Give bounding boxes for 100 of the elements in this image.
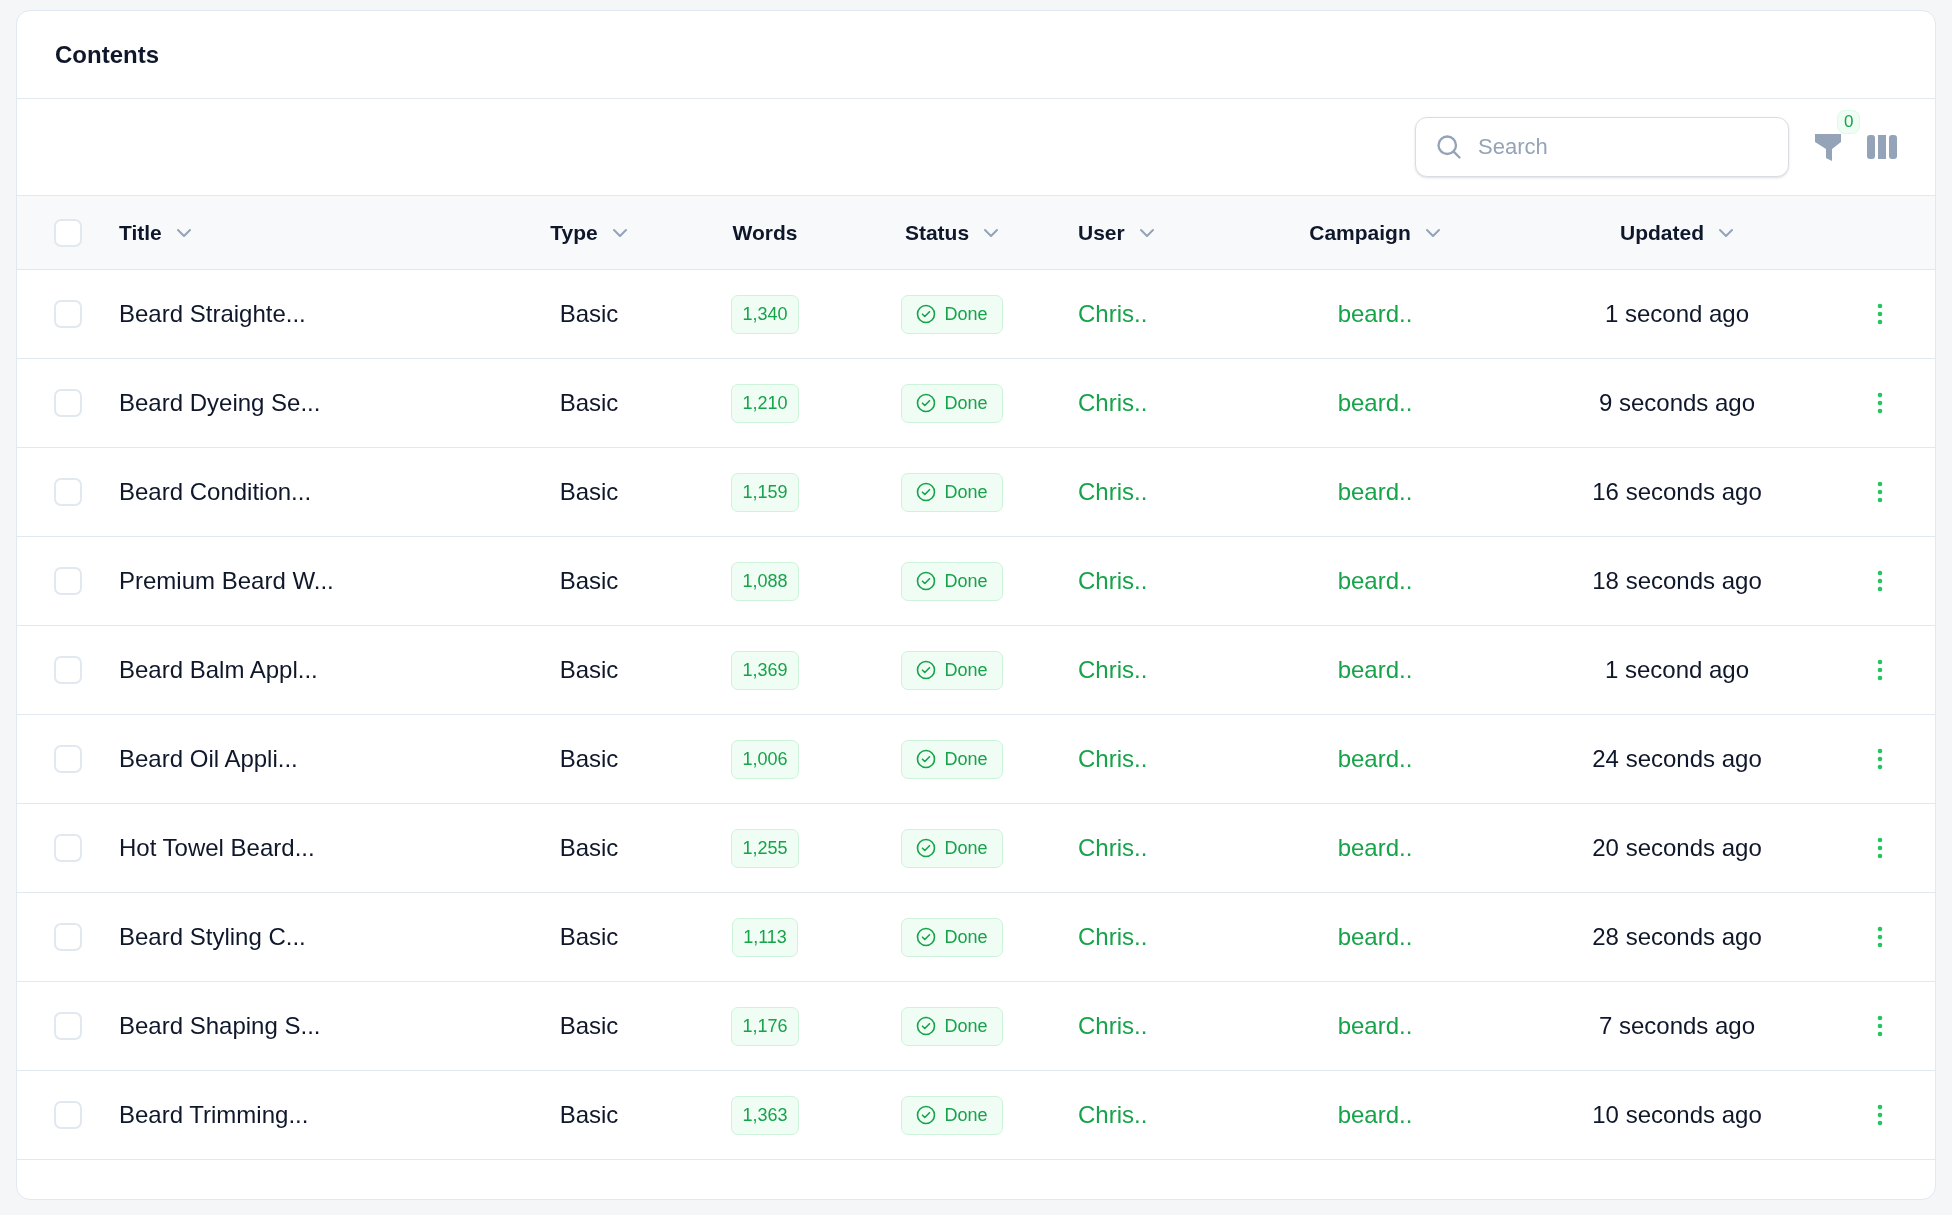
filter-icon <box>1814 132 1842 162</box>
user-link[interactable]: Chris.. <box>1078 474 1148 510</box>
more-options-button[interactable] <box>1875 569 1885 593</box>
more-options-button[interactable] <box>1875 391 1885 415</box>
updated-cell-text: 10 seconds ago <box>1592 1100 1762 1130</box>
user-link[interactable]: Chris.. <box>1078 1008 1148 1044</box>
title-cell[interactable]: Beard Trimming... <box>119 1097 309 1133</box>
card-title: Contents <box>55 39 159 70</box>
user-link[interactable]: Chris.. <box>1078 385 1148 421</box>
campaign-link[interactable]: beard.. <box>1337 474 1413 510</box>
type-cell-text: Basic <box>559 833 619 863</box>
campaign-link[interactable]: beard.. <box>1337 1097 1413 1133</box>
checkbox[interactable] <box>54 478 82 506</box>
checkbox[interactable] <box>54 389 82 417</box>
user-link[interactable]: Chris.. <box>1078 296 1148 332</box>
checkbox[interactable] <box>54 300 82 328</box>
campaign-link[interactable]: beard.. <box>1337 741 1413 777</box>
vertical-dots-icon <box>1877 1015 1883 1037</box>
column-header[interactable]: Title <box>119 216 192 249</box>
campaign-link[interactable]: beard.. <box>1337 652 1413 688</box>
updated-cell-text: 16 seconds ago <box>1592 477 1762 507</box>
column-header[interactable]: Updated <box>1620 216 1734 249</box>
type-cell-text: Basic <box>559 477 619 507</box>
word-count-badge: 1,159 <box>731 472 799 512</box>
check-circle-icon <box>916 393 937 413</box>
word-count-badge: 1,006 <box>731 739 799 779</box>
more-options-button[interactable] <box>1875 1103 1885 1127</box>
checkbox[interactable] <box>54 1012 82 1040</box>
user-link[interactable]: Chris.. <box>1078 741 1148 777</box>
status-badge: Done <box>901 472 1003 512</box>
title-cell[interactable]: Premium Beard W... <box>119 563 334 599</box>
checkbox[interactable] <box>54 1101 82 1129</box>
title-cell[interactable]: Beard Shaping S... <box>119 1008 321 1044</box>
column-header[interactable]: Status <box>904 216 1000 249</box>
check-circle-icon <box>916 571 937 591</box>
updated-cell-text: 7 seconds ago <box>1598 1011 1756 1041</box>
status-badge: Done <box>901 294 1003 334</box>
vertical-dots-icon <box>1877 926 1883 948</box>
title-cell[interactable]: Beard Straighte... <box>119 296 306 332</box>
checkbox[interactable] <box>54 923 82 951</box>
more-options-button[interactable] <box>1875 658 1885 682</box>
word-count-badge: 1,210 <box>731 383 799 423</box>
type-cell-text: Basic <box>559 655 619 685</box>
type-cell-text: Basic <box>559 744 619 774</box>
type-cell-text: Basic <box>559 1011 619 1041</box>
campaign-link[interactable]: beard.. <box>1337 1008 1413 1044</box>
word-count-badge: 1,113 <box>732 917 798 957</box>
status-badge: Done <box>901 917 1003 957</box>
user-link[interactable]: Chris.. <box>1078 563 1148 599</box>
checkbox[interactable] <box>54 218 82 247</box>
title-cell[interactable]: Beard Balm Appl... <box>119 652 318 688</box>
campaign-link[interactable]: beard.. <box>1337 563 1413 599</box>
check-circle-icon <box>916 749 937 769</box>
column-header[interactable]: User <box>1078 216 1155 249</box>
campaign-link[interactable]: beard.. <box>1337 385 1413 421</box>
user-link[interactable]: Chris.. <box>1078 652 1148 688</box>
filter-button[interactable] <box>1813 132 1843 162</box>
search-field[interactable]: Search <box>1415 117 1789 177</box>
caret-icon <box>1424 227 1441 238</box>
type-cell-text: Basic <box>559 566 619 596</box>
campaign-link[interactable]: beard.. <box>1337 830 1413 866</box>
vertical-dots-icon <box>1877 392 1883 414</box>
campaign-link[interactable]: beard.. <box>1337 296 1413 332</box>
word-count-badge: 1,088 <box>731 561 799 601</box>
title-cell[interactable]: Beard Dyeing Se... <box>119 385 321 421</box>
title-cell[interactable]: Beard Styling C... <box>119 919 306 955</box>
more-options-button[interactable] <box>1875 747 1885 771</box>
title-cell[interactable]: Hot Towel Beard... <box>119 830 315 866</box>
column-header[interactable]: Words <box>732 216 798 249</box>
more-options-button[interactable] <box>1875 1014 1885 1038</box>
caret-icon <box>1138 227 1155 238</box>
title-cell[interactable]: Beard Condition... <box>119 474 312 510</box>
word-count-badge: 1,176 <box>731 1006 799 1046</box>
checkbox[interactable] <box>54 656 82 684</box>
vertical-dots-icon <box>1877 481 1883 503</box>
more-options-button[interactable] <box>1875 836 1885 860</box>
user-link[interactable]: Chris.. <box>1078 919 1148 955</box>
campaign-link[interactable]: beard.. <box>1337 919 1413 955</box>
caret-icon <box>611 227 628 238</box>
word-count-badge: 1,340 <box>731 294 799 334</box>
more-options-button[interactable] <box>1875 480 1885 504</box>
check-circle-icon <box>916 1016 937 1036</box>
title-cell[interactable]: Beard Oil Appli... <box>119 741 298 777</box>
checkbox[interactable] <box>54 834 82 862</box>
column-header[interactable]: Type <box>550 216 628 249</box>
check-circle-icon <box>916 304 937 324</box>
word-count-badge: 1,255 <box>731 828 799 868</box>
status-badge: Done <box>901 1006 1003 1046</box>
column-header[interactable]: Campaign <box>1309 216 1441 249</box>
checkbox[interactable] <box>54 745 82 773</box>
user-link[interactable]: Chris.. <box>1078 830 1148 866</box>
type-cell-text: Basic <box>559 922 619 952</box>
user-link[interactable]: Chris.. <box>1078 1097 1148 1133</box>
more-options-button[interactable] <box>1875 925 1885 949</box>
columns-button[interactable] <box>1867 132 1897 162</box>
checkbox[interactable] <box>54 567 82 595</box>
vertical-dots-icon <box>1877 659 1883 681</box>
more-options-button[interactable] <box>1875 302 1885 326</box>
updated-cell-text: 20 seconds ago <box>1592 833 1762 863</box>
vertical-dots-icon <box>1877 837 1883 859</box>
